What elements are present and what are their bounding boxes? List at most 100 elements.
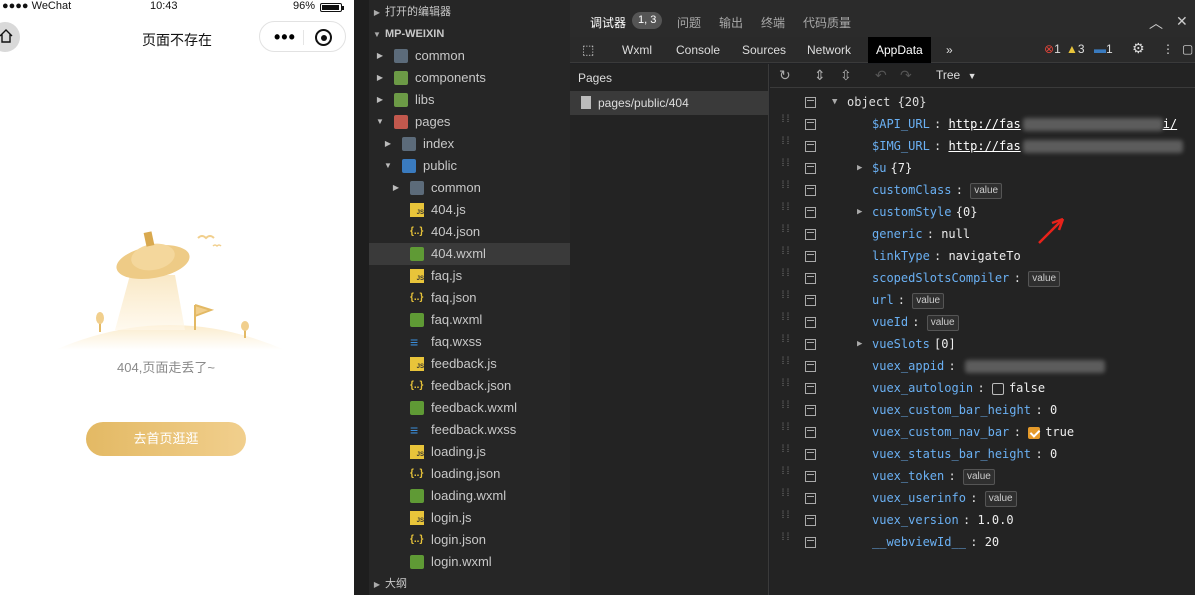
open-editors-header[interactable]: ▶ 打开的编辑器 [369, 1, 570, 23]
refresh-icon[interactable]: ↻ [779, 67, 791, 84]
appdata-row[interactable]: ⁞⁞ vuex_userinfo: value [770, 487, 1195, 509]
tab-network[interactable]: Network [803, 37, 855, 63]
row-select-box[interactable] [805, 339, 816, 350]
row-select-box[interactable] [805, 449, 816, 460]
drag-handle-icon[interactable]: ⁞⁞ [780, 137, 791, 152]
more-icon[interactable]: ••• [274, 28, 296, 46]
appdata-row[interactable]: ⁞⁞ vuex_status_bar_height: 0 [770, 443, 1195, 465]
appdata-row[interactable]: ⁞⁞ vuex_custom_nav_bar: true [770, 421, 1195, 443]
tab-sources[interactable]: Sources [738, 37, 790, 63]
drag-handle-icon[interactable]: ⁞⁞ [780, 467, 791, 482]
gear-icon[interactable]: ⚙ [1132, 40, 1145, 57]
chevron-right-icon[interactable]: ▶ [857, 157, 862, 179]
root-row[interactable]: ▼ object {20} [770, 91, 1195, 113]
tab-appdata[interactable]: AppData [868, 37, 931, 63]
appdata-row[interactable]: ⁞⁞ vuex_version: 1.0.0 [770, 509, 1195, 531]
chevron-right-icon[interactable]: ▶ [390, 177, 402, 199]
drag-handle-icon[interactable]: ⁞⁞ [780, 225, 791, 240]
drag-handle-icon[interactable]: ⁞⁞ [780, 203, 791, 218]
tab-debugger[interactable]: 调试器 [590, 14, 626, 31]
value-placeholder-badge[interactable]: value [962, 468, 995, 485]
drag-handle-icon[interactable]: ⁞⁞ [780, 379, 791, 394]
value-placeholder-badge[interactable]: value [912, 292, 945, 309]
tree-item[interactable]: JS faq.js [369, 265, 570, 287]
tab-console[interactable]: Console [672, 37, 724, 63]
tree-item[interactable]: ≡ feedback.wxss [369, 419, 570, 441]
collapse-all-icon[interactable]: ⇕ [814, 67, 826, 84]
tree-item[interactable]: login.wxml [369, 551, 570, 573]
project-header[interactable]: ▼ MP-WEIXIN [369, 23, 570, 45]
tree-item[interactable]: ▶ components [369, 67, 570, 89]
tree-item[interactable]: ▶ index [369, 133, 570, 155]
drag-handle-icon[interactable]: ⁞⁞ [780, 335, 791, 350]
value-placeholder-badge[interactable]: value [984, 490, 1017, 507]
appdata-row[interactable]: ⁞⁞ url: value [770, 289, 1195, 311]
drag-handle-icon[interactable]: ⁞⁞ [780, 533, 791, 548]
tree-item[interactable]: JS login.js [369, 507, 570, 529]
appdata-row[interactable]: ⁞⁞ __webviewId__: 20 [770, 531, 1195, 553]
redo-icon[interactable]: ↷ [900, 67, 912, 84]
appdata-row[interactable]: ⁞⁞ vueId: value [770, 311, 1195, 333]
tree-item[interactable]: ▶ common [369, 45, 570, 67]
drag-handle-icon[interactable]: ⁞⁞ [780, 445, 791, 460]
drag-handle-icon[interactable]: ⁞⁞ [780, 115, 791, 130]
row-select-box[interactable] [805, 229, 816, 240]
row-select-box[interactable] [805, 361, 816, 372]
row-select-box[interactable] [805, 141, 816, 152]
url-link[interactable]: http://fas [948, 117, 1020, 131]
close-icon[interactable]: ✕ [1176, 13, 1188, 30]
drag-handle-icon[interactable]: ⁞⁞ [780, 401, 791, 416]
row-select-box[interactable] [805, 471, 816, 482]
chevron-down-icon[interactable]: ▼ [374, 111, 386, 133]
value-placeholder-badge[interactable]: value [926, 314, 959, 331]
drag-handle-icon[interactable]: ⁞⁞ [780, 357, 791, 372]
tree-item[interactable]: {..} 404.json [369, 221, 570, 243]
drag-handle-icon[interactable]: ⁞⁞ [780, 489, 791, 504]
warning-count[interactable]: ▲3 [1066, 42, 1085, 56]
tree-item[interactable]: ▼ public [369, 155, 570, 177]
view-mode-select[interactable]: Tree ▼ [936, 68, 977, 82]
row-select-box[interactable] [805, 163, 816, 174]
chevron-right-icon[interactable]: ▶ [374, 67, 386, 89]
tree-item[interactable]: JS 404.js [369, 199, 570, 221]
drag-handle-icon[interactable]: ⁞⁞ [780, 247, 791, 262]
url-link[interactable]: http://fas [948, 139, 1020, 153]
row-select-box[interactable] [805, 383, 816, 394]
row-select-box[interactable] [805, 537, 816, 548]
kebab-menu-icon[interactable]: ⋮ [1162, 42, 1174, 56]
tree-item[interactable]: loading.wxml [369, 485, 570, 507]
page-list-item[interactable]: pages/public/404 [570, 91, 769, 115]
row-select-box[interactable] [805, 295, 816, 306]
row-select-box[interactable] [805, 317, 816, 328]
row-select-box[interactable] [805, 273, 816, 284]
message-count[interactable]: ▬1 [1094, 42, 1113, 56]
appdata-row[interactable]: ⁞⁞ generic: null [770, 223, 1195, 245]
chevron-right-icon[interactable]: ▶ [374, 89, 386, 111]
drag-handle-icon[interactable]: ⁞⁞ [780, 159, 791, 174]
value-placeholder-badge[interactable]: value [1028, 270, 1061, 287]
appdata-row[interactable]: ⁞⁞ vuex_appid: [770, 355, 1195, 377]
chevron-down-icon[interactable]: ▼ [832, 91, 837, 113]
row-select-box[interactable] [805, 185, 816, 196]
url-suffix[interactable]: i/ [1163, 117, 1177, 131]
tree-item[interactable]: {..} faq.json [369, 287, 570, 309]
appdata-row[interactable]: ⁞⁞ $API_URL: http://fas i/ [770, 113, 1195, 135]
row-select-box[interactable] [805, 405, 816, 416]
chevron-up-icon[interactable]: ︿ [1149, 13, 1163, 33]
undock-icon[interactable]: ▢ [1182, 42, 1193, 56]
tree-item[interactable]: {..} login.json [369, 529, 570, 551]
tree-item[interactable]: ≡ faq.wxss [369, 331, 570, 353]
expand-all-icon[interactable]: ⇳ [840, 67, 852, 84]
checkbox[interactable] [1028, 426, 1041, 439]
tab-terminal[interactable]: 终端 [761, 14, 785, 31]
row-select-box[interactable] [805, 427, 816, 438]
tree-item[interactable]: JS feedback.js [369, 353, 570, 375]
appdata-row[interactable]: ⁞⁞ $IMG_URL: http://fas [770, 135, 1195, 157]
tree-item[interactable]: JS loading.js [369, 441, 570, 463]
more-tabs-icon[interactable]: » [942, 37, 957, 63]
row-select-box[interactable] [805, 515, 816, 526]
row-select-box[interactable] [805, 493, 816, 504]
appdata-row[interactable]: ⁞⁞ ▶ vueSlots [0] [770, 333, 1195, 355]
tree-item[interactable]: ▼ pages [369, 111, 570, 133]
chevron-right-icon[interactable]: ▶ [374, 45, 386, 67]
